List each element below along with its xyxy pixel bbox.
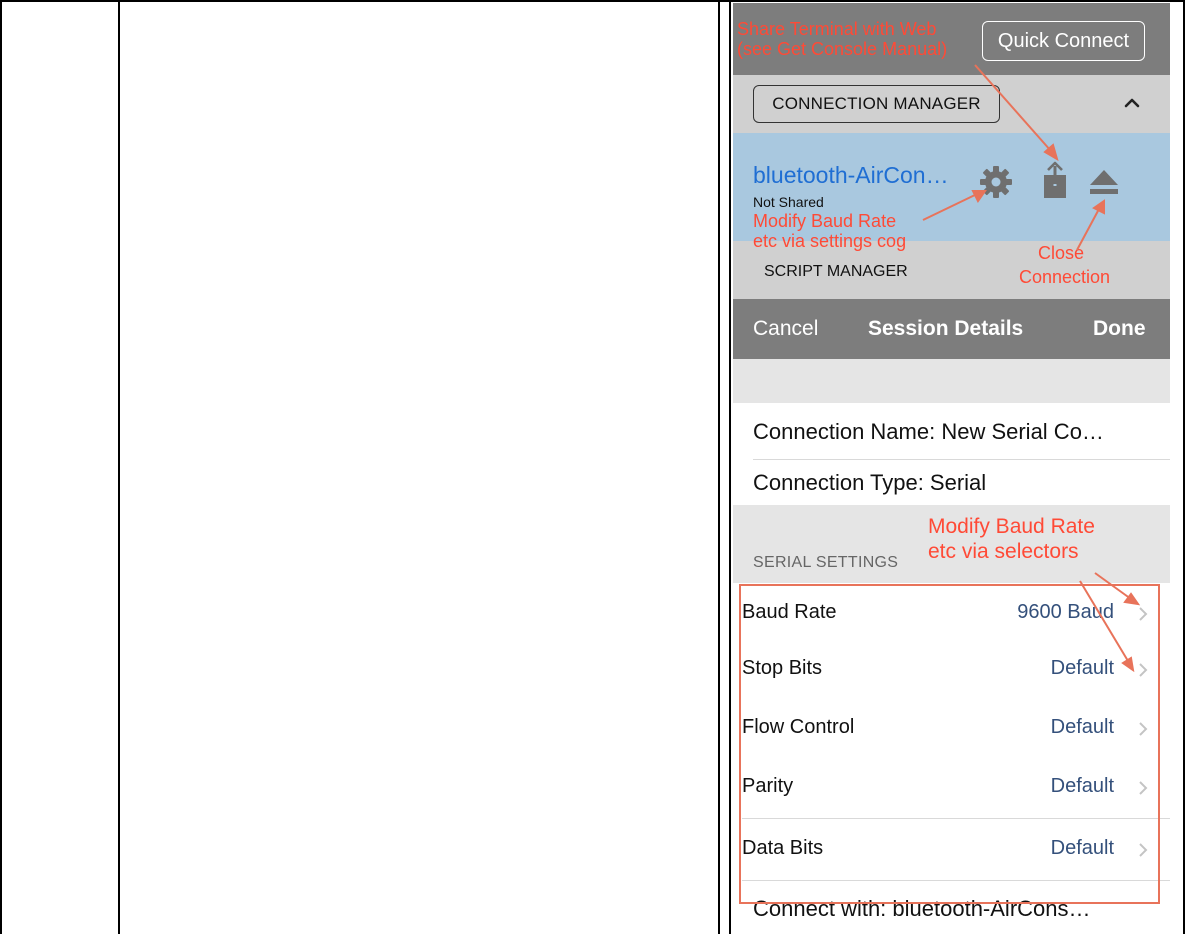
parity-row[interactable]: Parity Default bbox=[733, 757, 1170, 819]
setting-label: Parity bbox=[742, 775, 794, 797]
setting-value: Default bbox=[1050, 837, 1114, 859]
connection-manager-bar: CONNECTION MANAGER bbox=[733, 75, 1170, 133]
table-column-divider-2 bbox=[718, 0, 720, 934]
setting-value: Default bbox=[1050, 775, 1114, 797]
script-manager-label: SCRIPT MANAGER bbox=[764, 263, 908, 280]
row-separator bbox=[753, 459, 1170, 460]
annotation-close-line1: Close bbox=[1038, 243, 1085, 263]
setting-label: Stop Bits bbox=[742, 657, 823, 679]
setting-value: Default bbox=[1050, 657, 1114, 679]
annotation-close-line2: Connection bbox=[1019, 267, 1111, 287]
data-bits-row[interactable]: Data Bits Default bbox=[733, 819, 1170, 881]
annotation-cog-line2: etc via settings cog bbox=[753, 231, 907, 251]
share-icon[interactable] bbox=[1042, 161, 1068, 199]
flow-control-row[interactable]: Flow Control Default bbox=[733, 698, 1170, 760]
connection-name-row[interactable]: Connection Name: New Serial Co… bbox=[753, 403, 1170, 460]
connection-name: bluetooth-AirCon… bbox=[753, 162, 949, 188]
annotation-share-line1: Share Terminal with Web bbox=[737, 19, 937, 39]
connection-manager-button[interactable]: CONNECTION MANAGER bbox=[753, 85, 1000, 123]
serial-settings-label: SERIAL SETTINGS bbox=[753, 554, 899, 571]
eject-icon[interactable] bbox=[1088, 167, 1120, 197]
table-column-divider-3 bbox=[729, 0, 731, 934]
setting-label: Flow Control bbox=[742, 716, 855, 738]
setting-value: 9600 Baud bbox=[1017, 601, 1114, 623]
setting-value: Default bbox=[1050, 716, 1114, 738]
cancel-button[interactable]: Cancel bbox=[753, 317, 818, 341]
chevron-right-icon bbox=[1139, 607, 1148, 621]
annotation-selectors-line1: Modify Baud Rate bbox=[928, 515, 1095, 538]
app-screenshot: Quick Connect CONNECTION MANAGER bluetoo… bbox=[733, 3, 1170, 934]
chevron-right-icon bbox=[1139, 663, 1148, 677]
connection-share-status: Not Shared bbox=[753, 194, 824, 210]
connection-name-text: Connection Name: New Serial Co… bbox=[753, 418, 1104, 444]
quick-connect-button[interactable]: Quick Connect bbox=[982, 21, 1145, 61]
session-details-navbar: Cancel Session Details Done bbox=[733, 299, 1170, 359]
annotation-cog-line1: Modify Baud Rate bbox=[753, 211, 897, 231]
connect-with-row[interactable]: Connect with: bluetooth-AirCons… bbox=[753, 883, 1170, 934]
section-spacer bbox=[733, 359, 1170, 403]
baud-rate-row[interactable]: Baud Rate 9600 Baud bbox=[733, 583, 1170, 645]
page-title: Session Details bbox=[868, 317, 1024, 340]
done-button[interactable]: Done bbox=[1093, 317, 1146, 341]
connect-with-text: Connect with: bluetooth-AirCons… bbox=[753, 895, 1091, 921]
chevron-up-icon[interactable] bbox=[1121, 92, 1143, 114]
chevron-right-icon bbox=[1139, 843, 1148, 857]
chevron-right-icon bbox=[1139, 722, 1148, 736]
stop-bits-row[interactable]: Stop Bits Default bbox=[733, 639, 1170, 701]
chevron-right-icon bbox=[1139, 781, 1148, 795]
connection-type-row: Connection Type: Serial bbox=[753, 461, 1170, 505]
table-border-left bbox=[0, 0, 2, 934]
connection-type-text: Connection Type: Serial bbox=[753, 470, 987, 495]
table-top-border bbox=[0, 0, 1185, 2]
setting-label: Baud Rate bbox=[742, 601, 837, 623]
gear-icon[interactable] bbox=[978, 164, 1014, 200]
table-column-divider-1 bbox=[118, 0, 120, 934]
row-separator bbox=[742, 880, 1170, 881]
setting-label: Data Bits bbox=[742, 837, 824, 859]
annotation-selectors-line2: etc via selectors bbox=[928, 540, 1079, 563]
annotation-share-line2: (see Get Console Manual) bbox=[737, 39, 948, 59]
